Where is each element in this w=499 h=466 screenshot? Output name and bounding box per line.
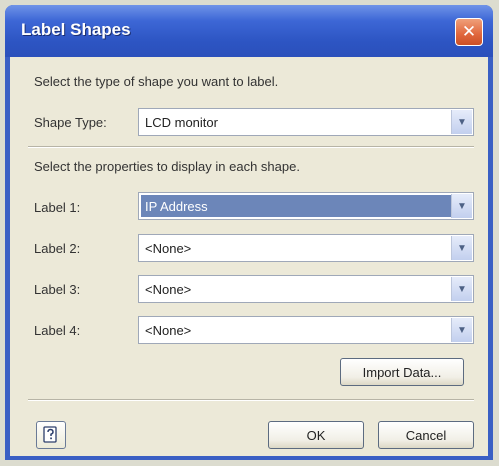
help-button[interactable] bbox=[36, 421, 66, 449]
title-bar[interactable]: Label Shapes ✕ bbox=[5, 5, 493, 57]
shape-type-instruction: Select the type of shape you want to lab… bbox=[34, 74, 279, 89]
label-1-label: Label 1: bbox=[34, 200, 81, 215]
chevron-down-icon[interactable]: ▼ bbox=[451, 194, 472, 218]
dialog-title: Label Shapes bbox=[21, 20, 131, 39]
label-3-label: Label 3: bbox=[34, 282, 81, 297]
label-4-combobox[interactable]: <None> ▼ bbox=[138, 316, 474, 344]
label-3-combobox[interactable]: <None> ▼ bbox=[138, 275, 474, 303]
label-1-value: IP Address bbox=[145, 199, 208, 214]
chevron-down-icon[interactable]: ▼ bbox=[451, 277, 472, 301]
chevron-down-icon[interactable]: ▼ bbox=[451, 318, 472, 342]
dialog-body: Select the type of shape you want to lab… bbox=[10, 57, 488, 456]
label-2-value: <None> bbox=[145, 241, 192, 256]
help-icon bbox=[43, 426, 57, 443]
close-icon: ✕ bbox=[461, 22, 477, 41]
close-button[interactable]: ✕ bbox=[455, 18, 483, 46]
cancel-button[interactable]: Cancel bbox=[378, 421, 474, 449]
label-shapes-dialog: Label Shapes ✕ Select the type of shape … bbox=[5, 5, 493, 460]
properties-instruction: Select the properties to display in each… bbox=[34, 159, 300, 174]
label-4-label: Label 4: bbox=[34, 323, 81, 338]
shape-type-combobox[interactable]: LCD monitor ▼ bbox=[138, 108, 474, 136]
shape-type-value: LCD monitor bbox=[145, 115, 218, 130]
label-2-combobox[interactable]: <None> ▼ bbox=[138, 234, 474, 262]
label-1-combobox[interactable]: IP Address ▼ bbox=[138, 192, 474, 220]
shape-type-label: Shape Type: bbox=[34, 115, 107, 130]
chevron-down-icon[interactable]: ▼ bbox=[451, 110, 472, 134]
label-3-value: <None> bbox=[145, 282, 192, 297]
label-4-value: <None> bbox=[145, 323, 192, 338]
separator bbox=[28, 399, 474, 401]
ok-button[interactable]: OK bbox=[268, 421, 364, 449]
chevron-down-icon[interactable]: ▼ bbox=[451, 236, 472, 260]
label-2-label: Label 2: bbox=[34, 241, 81, 256]
separator bbox=[28, 146, 474, 148]
import-data-button[interactable]: Import Data... bbox=[340, 358, 464, 386]
